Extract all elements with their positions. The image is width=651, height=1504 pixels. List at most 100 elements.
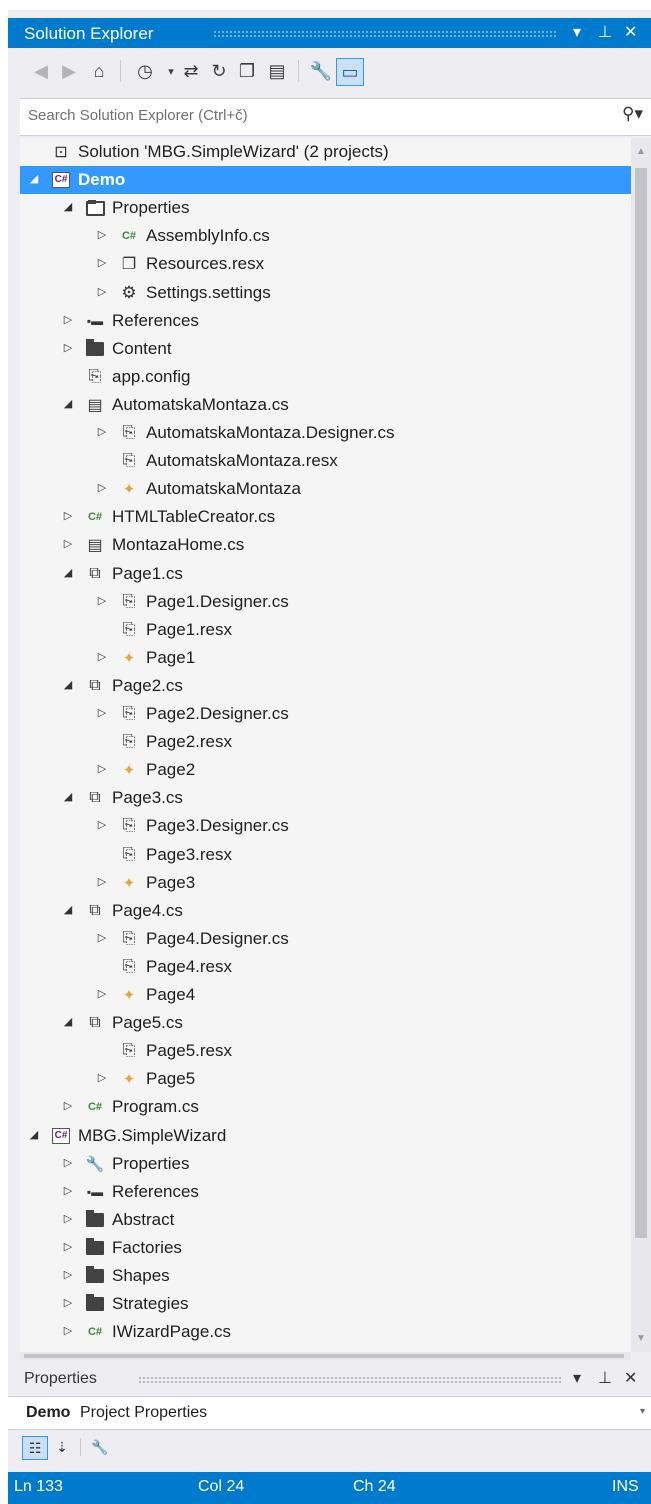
search-icon[interactable]: ⚲▾ xyxy=(622,104,643,124)
collapsed-arrow-icon[interactable]: ▷ xyxy=(62,537,74,550)
sync-with-document-icon[interactable]: ⇄ xyxy=(178,58,204,84)
tree-row[interactable]: ▷ C# Program.cs xyxy=(20,1093,631,1121)
tree-row[interactable]: ▷ ✦ Page1 xyxy=(20,644,631,672)
expanded-arrow-icon[interactable]: ◢ xyxy=(62,1015,74,1028)
collapsed-arrow-icon[interactable]: ▷ xyxy=(96,256,108,269)
tree-row[interactable]: ▷ C# IWizardPage.cs xyxy=(20,1318,631,1346)
scroll-up-icon[interactable]: ▲ xyxy=(636,146,646,157)
close-icon[interactable]: ✕ xyxy=(624,22,637,42)
tree-row[interactable]: ◢ C# MBG.SimpleWizard xyxy=(20,1122,631,1150)
home-icon[interactable]: ⌂ xyxy=(86,58,112,84)
refresh-icon[interactable]: ↻ xyxy=(206,58,232,84)
tree-row[interactable]: ▷ ⎘ Page2.Designer.cs xyxy=(20,700,631,728)
tree-row[interactable]: ▷ 🔧 Properties xyxy=(20,1150,631,1178)
collapsed-arrow-icon[interactable]: ▷ xyxy=(62,1324,74,1337)
tree-row[interactable]: ▷ ▪▬ References xyxy=(20,1178,631,1206)
collapsed-arrow-icon[interactable]: ▷ xyxy=(96,481,108,494)
tree-row[interactable]: ◢ C# Demo xyxy=(20,166,631,195)
tree-row[interactable]: ▷ Strategies xyxy=(20,1290,631,1318)
tree-row[interactable]: ▷ ⎘ Page4.Designer.cs xyxy=(20,925,631,953)
collapsed-arrow-icon[interactable]: ▷ xyxy=(96,594,108,607)
collapsed-arrow-icon[interactable]: ▷ xyxy=(96,818,108,831)
collapsed-arrow-icon[interactable]: ▷ xyxy=(96,650,108,663)
collapsed-arrow-icon[interactable]: ▷ xyxy=(62,509,74,522)
collapsed-arrow-icon[interactable]: ▷ xyxy=(96,1071,108,1084)
window-position-dropdown-icon[interactable]: ▾ xyxy=(573,22,581,42)
tree-row[interactable]: ▷ ⎘ Page3.Designer.cs xyxy=(20,812,631,840)
collapsed-arrow-icon[interactable]: ▷ xyxy=(96,425,108,438)
tree-row[interactable]: ▷ ✦ Page4 xyxy=(20,981,631,1009)
collapsed-arrow-icon[interactable]: ▷ xyxy=(62,1156,74,1169)
collapsed-arrow-icon[interactable]: ▷ xyxy=(62,1268,74,1281)
collapsed-arrow-icon[interactable]: ▷ xyxy=(96,706,108,719)
tree-row[interactable]: ▷ Factories xyxy=(20,1234,631,1262)
categorized-icon[interactable]: ☷ xyxy=(22,1436,48,1460)
tree-row[interactable]: ▷ Shapes xyxy=(20,1262,631,1290)
tree-row[interactable]: ▷ Abstract xyxy=(20,1206,631,1234)
collapsed-arrow-icon[interactable]: ▷ xyxy=(62,313,74,326)
collapsed-arrow-icon[interactable]: ▷ xyxy=(62,1184,74,1197)
collapsed-arrow-icon[interactable]: ▷ xyxy=(96,875,108,888)
expanded-arrow-icon[interactable]: ◢ xyxy=(62,903,74,916)
expanded-arrow-icon[interactable]: ◢ xyxy=(28,172,40,185)
properties-dropdown-icon[interactable]: ▾ xyxy=(573,1368,581,1388)
tree-row[interactable]: ◢ ⧉ Page5.cs xyxy=(20,1009,631,1037)
collapsed-arrow-icon[interactable]: ▷ xyxy=(96,228,108,241)
alphabetical-sort-icon[interactable]: ⇣ xyxy=(50,1436,74,1458)
tree-row[interactable]: ◢ ⧉ Page3.cs xyxy=(20,784,631,812)
tree-row[interactable]: ◢ ⧉ Page4.cs xyxy=(20,897,631,925)
tree-row[interactable]: ⎘ Page3.resx xyxy=(20,841,631,869)
expanded-arrow-icon[interactable]: ◢ xyxy=(62,397,74,410)
tree-row[interactable]: ▷ ✦ Page3 xyxy=(20,869,631,897)
expanded-arrow-icon[interactable]: ◢ xyxy=(62,566,74,579)
auto-hide-pin-icon[interactable]: ⊥ xyxy=(598,22,612,42)
properties-wrench-icon[interactable]: 🔧 xyxy=(308,58,334,84)
preview-selected-items-icon[interactable]: ▭ xyxy=(336,58,364,86)
search-placeholder[interactable]: Search Solution Explorer (Ctrl+č) xyxy=(28,107,248,124)
tree-row[interactable]: ⎘ Page5.resx xyxy=(20,1037,631,1065)
tree-row[interactable]: ▷ ❐ Resources.resx xyxy=(20,250,631,278)
tree-row[interactable]: ▷ ⎘ Page1.Designer.cs xyxy=(20,588,631,616)
tree-row[interactable]: ▷ ⎘ AutomatskaMontaza.Designer.cs xyxy=(20,419,631,447)
show-all-files-icon[interactable]: ▤ xyxy=(264,58,290,84)
tree-row[interactable]: ⎘ app.config xyxy=(20,363,631,391)
tree-row[interactable]: ◢ ⧉ Page2.cs xyxy=(20,672,631,700)
horizontal-scroll-thumb[interactable] xyxy=(24,1354,624,1358)
tree-row[interactable]: ▷ ✦ AutomatskaMontaza xyxy=(20,475,631,503)
tree-row[interactable]: ▷ ⚙ Settings.settings xyxy=(20,279,631,307)
collapsed-arrow-icon[interactable]: ▷ xyxy=(62,1099,74,1112)
pending-changes-filter-icon[interactable]: ◷ xyxy=(132,58,158,84)
tree-row[interactable]: ▷ ▤ MontazaHome.cs xyxy=(20,531,631,559)
collapsed-arrow-icon[interactable]: ▷ xyxy=(62,341,74,354)
tree-row[interactable]: ▷ C# AssemblyInfo.cs xyxy=(20,222,631,250)
tree-row[interactable]: ⎘ Page2.resx xyxy=(20,728,631,756)
collapsed-arrow-icon[interactable]: ▷ xyxy=(62,1240,74,1253)
tree-row[interactable]: ▷ ✦ Page5 xyxy=(20,1065,631,1093)
collapse-all-icon[interactable]: ❐ xyxy=(234,58,260,84)
collapsed-arrow-icon[interactable]: ▷ xyxy=(96,285,108,298)
vertical-scrollbar[interactable]: ▲ ▼ xyxy=(631,138,651,1352)
tree-row[interactable]: ▷ C# HTMLTableCreator.cs xyxy=(20,503,631,531)
expanded-arrow-icon[interactable]: ◢ xyxy=(28,1128,40,1141)
expanded-arrow-icon[interactable]: ◢ xyxy=(62,678,74,691)
expanded-arrow-icon[interactable]: ◢ xyxy=(62,200,74,213)
collapsed-arrow-icon[interactable]: ▷ xyxy=(96,931,108,944)
properties-pin-icon[interactable]: ⊥ xyxy=(598,1368,612,1388)
solution-explorer-titlebar[interactable]: Solution Explorer ▾ ⊥ ✕ xyxy=(8,18,651,48)
tree-row[interactable]: ⎘ Page1.resx xyxy=(20,616,631,644)
collapsed-arrow-icon[interactable]: ▷ xyxy=(62,1212,74,1225)
collapsed-arrow-icon[interactable]: ▷ xyxy=(62,1296,74,1309)
collapsed-arrow-icon[interactable]: ▷ xyxy=(96,762,108,775)
forward-icon[interactable]: ▶ xyxy=(56,58,82,84)
search-box[interactable]: Search Solution Explorer (Ctrl+č) ⚲▾ xyxy=(20,98,651,136)
scroll-down-icon[interactable]: ▼ xyxy=(636,1333,646,1344)
properties-close-icon[interactable]: ✕ xyxy=(624,1368,637,1388)
tree-row[interactable]: ⊡ Solution 'MBG.SimpleWizard' (2 projects… xyxy=(20,138,631,166)
tree-row[interactable]: ▷ Content xyxy=(20,335,631,363)
scroll-thumb[interactable] xyxy=(635,168,647,1238)
tree-row[interactable]: ▷ ▪▬ References xyxy=(20,307,631,335)
chevron-down-icon[interactable]: ▾ xyxy=(640,1406,645,1417)
tree-row[interactable]: ◢ ⧉ Page1.cs xyxy=(20,560,631,588)
tree-row[interactable]: ⎘ Page4.resx xyxy=(20,953,631,981)
tree-row[interactable]: ▷ ✦ Page2 xyxy=(20,756,631,784)
